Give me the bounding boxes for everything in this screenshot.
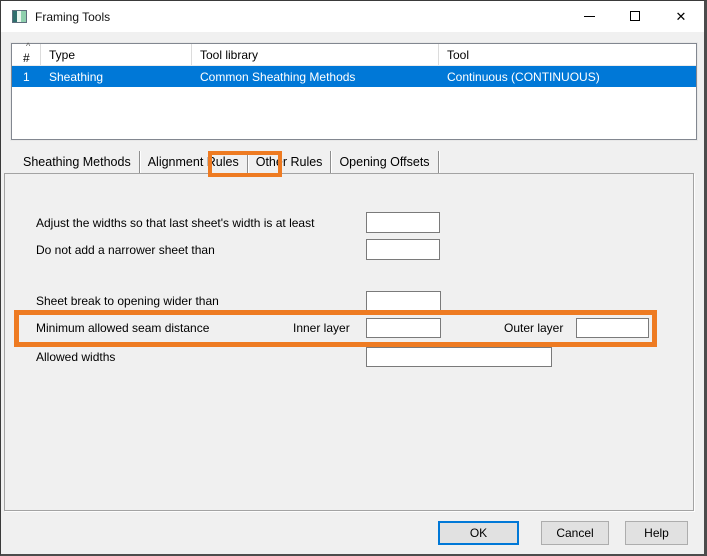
adjust-widths-label: Adjust the widths so that last sheet's w… xyxy=(36,216,314,230)
inner-layer-input[interactable] xyxy=(366,318,441,338)
cell-tool-library: Common Sheathing Methods xyxy=(192,70,439,84)
minimize-button[interactable] xyxy=(566,1,612,31)
tab-alignment-rules[interactable]: Alignment Rules xyxy=(140,151,248,173)
framing-tools-dialog: Framing Tools ✕ ^ # Type Tool library To… xyxy=(0,0,707,556)
maximize-icon xyxy=(630,11,640,21)
allowed-widths-label: Allowed widths xyxy=(36,350,115,364)
column-header-tool[interactable]: Tool xyxy=(439,44,696,65)
cell-tool: Continuous (CONTINUOUS) xyxy=(439,70,696,84)
window-controls: ✕ xyxy=(566,1,704,32)
close-button[interactable]: ✕ xyxy=(658,1,704,31)
ok-button[interactable]: OK xyxy=(438,521,519,545)
column-header-tool-library[interactable]: Tool library xyxy=(192,44,439,65)
inner-layer-label: Inner layer xyxy=(293,321,350,335)
app-icon xyxy=(12,10,27,23)
table-header: ^ # Type Tool library Tool xyxy=(12,44,696,66)
tabstrip: Sheathing Methods Alignment Rules Other … xyxy=(15,151,439,173)
tools-table: ^ # Type Tool library Tool 1 Sheathing C… xyxy=(11,43,697,140)
outer-layer-input[interactable] xyxy=(576,318,649,338)
column-header-label: # xyxy=(23,51,30,65)
allowed-widths-input[interactable] xyxy=(366,347,552,367)
seam-distance-label: Minimum allowed seam distance xyxy=(36,321,209,335)
tab-opening-offsets[interactable]: Opening Offsets xyxy=(331,151,438,173)
column-header-number[interactable]: ^ # xyxy=(12,44,41,65)
tab-other-rules[interactable]: Other Rules xyxy=(248,151,332,173)
cancel-button[interactable]: Cancel xyxy=(541,521,609,545)
adjust-widths-input[interactable] xyxy=(366,212,440,233)
minimize-icon xyxy=(584,16,595,17)
sheet-break-input[interactable] xyxy=(366,291,441,311)
window-title: Framing Tools xyxy=(35,10,110,24)
help-button[interactable]: Help xyxy=(625,521,688,545)
cell-type: Sheathing xyxy=(41,70,192,84)
sheet-break-label: Sheet break to opening wider than xyxy=(36,294,219,308)
table-row-selected[interactable]: 1 Sheathing Common Sheathing Methods Con… xyxy=(12,66,696,87)
narrower-sheet-label: Do not add a narrower sheet than xyxy=(36,243,215,257)
tab-sheathing-methods[interactable]: Sheathing Methods xyxy=(15,151,140,173)
sort-ascending-icon: ^ xyxy=(26,41,30,51)
outer-layer-label: Outer layer xyxy=(504,321,563,335)
titlebar: Framing Tools ✕ xyxy=(1,1,704,32)
maximize-button[interactable] xyxy=(612,1,658,31)
cell-number: 1 xyxy=(12,70,41,84)
column-header-type[interactable]: Type xyxy=(41,44,192,65)
close-icon: ✕ xyxy=(676,10,687,23)
narrower-sheet-input[interactable] xyxy=(366,239,440,260)
